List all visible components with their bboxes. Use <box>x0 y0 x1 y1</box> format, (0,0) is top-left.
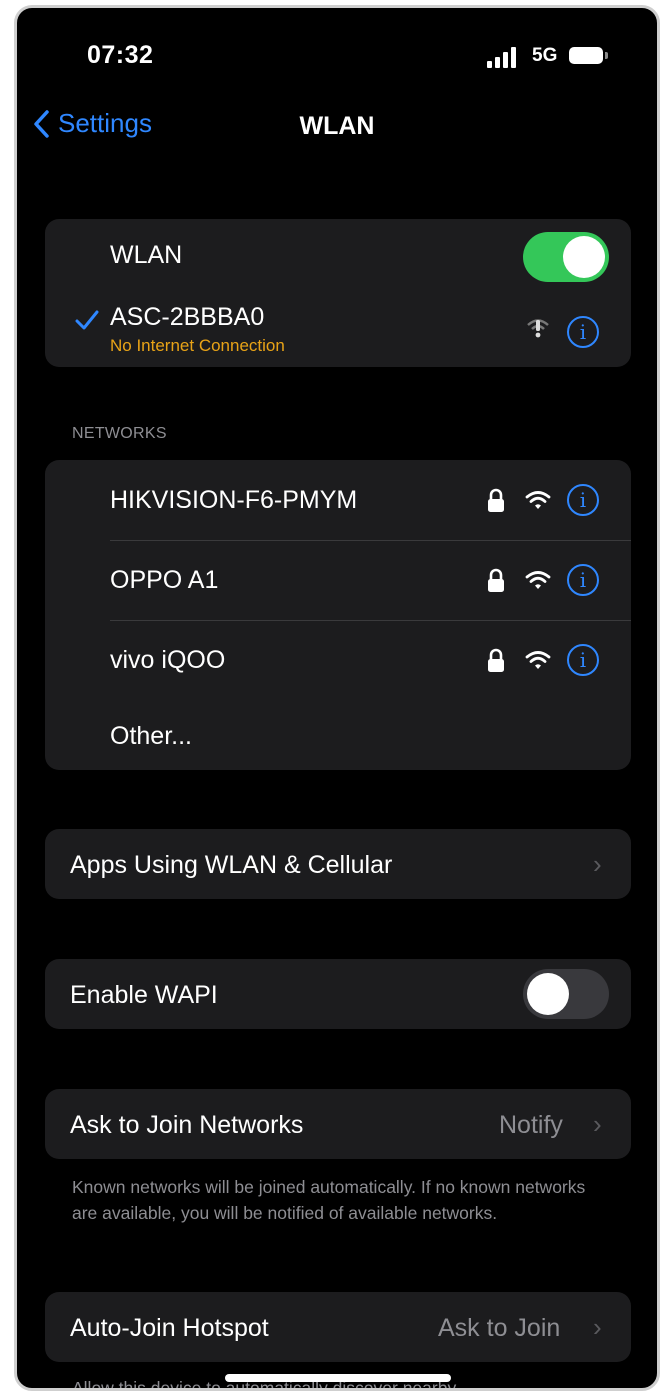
toggle-knob <box>563 236 605 278</box>
wifi-icon <box>525 651 551 669</box>
lock-icon <box>488 488 504 512</box>
info-icon[interactable]: i <box>567 644 599 676</box>
network-name[interactable]: OPPO A1 <box>110 566 218 595</box>
connection-status: No Internet Connection <box>110 336 285 355</box>
phone-screen: 07:32 5G Settings WLAN WLAN ASC-2BBBA0 N… <box>14 5 660 1391</box>
home-indicator[interactable] <box>225 1374 451 1382</box>
network-type: 5G <box>532 45 558 66</box>
battery-icon <box>569 47 603 64</box>
chevron-right-icon: › <box>593 1109 602 1139</box>
wlan-toggle[interactable] <box>523 232 609 282</box>
page-title: WLAN <box>299 112 375 140</box>
toggle-knob <box>527 973 569 1015</box>
apps-using-wlan-row[interactable]: Apps Using WLAN & Cellular › <box>45 829 631 899</box>
wlan-toggle-label: WLAN <box>110 241 183 269</box>
lock-icon <box>488 568 504 592</box>
other-network[interactable]: Other... <box>110 722 192 751</box>
auto-join-hotspot-label: Auto-Join Hotspot <box>70 1314 269 1342</box>
network-name[interactable]: vivo iQOO <box>110 646 225 675</box>
ask-to-join-row[interactable]: Ask to Join Networks Notify › <box>45 1089 631 1159</box>
auto-join-hotspot-row[interactable]: Auto-Join Hotspot Ask to Join › <box>45 1292 631 1362</box>
wapi-row: Enable WAPI <box>45 959 631 1029</box>
network-name[interactable]: HIKVISION-F6-PMYM <box>110 486 357 515</box>
signal-strength-icon <box>487 46 529 68</box>
networks-card: HIKVISION-F6-PMYM i OPPO A1 i vivo iQOO <box>45 460 631 770</box>
wifi-icon <box>525 571 551 589</box>
networks-header: NETWORKS <box>72 425 167 442</box>
divider <box>110 540 631 541</box>
wifi-warning-icon <box>525 317 551 344</box>
wlan-card: WLAN ASC-2BBBA0 No Internet Connection i <box>45 219 631 367</box>
info-icon[interactable]: i <box>567 564 599 596</box>
lock-icon <box>488 648 504 672</box>
ask-to-join-footnote: Known networks will be joined automatica… <box>72 1177 586 1223</box>
status-time: 07:32 <box>87 41 154 69</box>
chevron-right-icon: › <box>593 1312 602 1342</box>
checkmark-icon <box>75 309 99 336</box>
chevron-right-icon: › <box>593 849 602 879</box>
divider <box>110 620 631 621</box>
wapi-toggle[interactable] <box>523 969 609 1019</box>
wapi-label: Enable WAPI <box>70 981 218 1009</box>
battery-tip <box>605 52 608 59</box>
wifi-icon <box>525 491 551 509</box>
info-icon[interactable]: i <box>567 484 599 516</box>
ask-to-join-label: Ask to Join Networks <box>70 1111 304 1139</box>
connected-network-name[interactable]: ASC-2BBBA0 <box>110 303 264 332</box>
ask-to-join-value: Notify <box>499 1111 563 1139</box>
auto-join-hotspot-value: Ask to Join <box>438 1314 561 1342</box>
apps-using-wlan-label: Apps Using WLAN & Cellular <box>70 851 393 879</box>
info-icon[interactable]: i <box>567 316 599 348</box>
